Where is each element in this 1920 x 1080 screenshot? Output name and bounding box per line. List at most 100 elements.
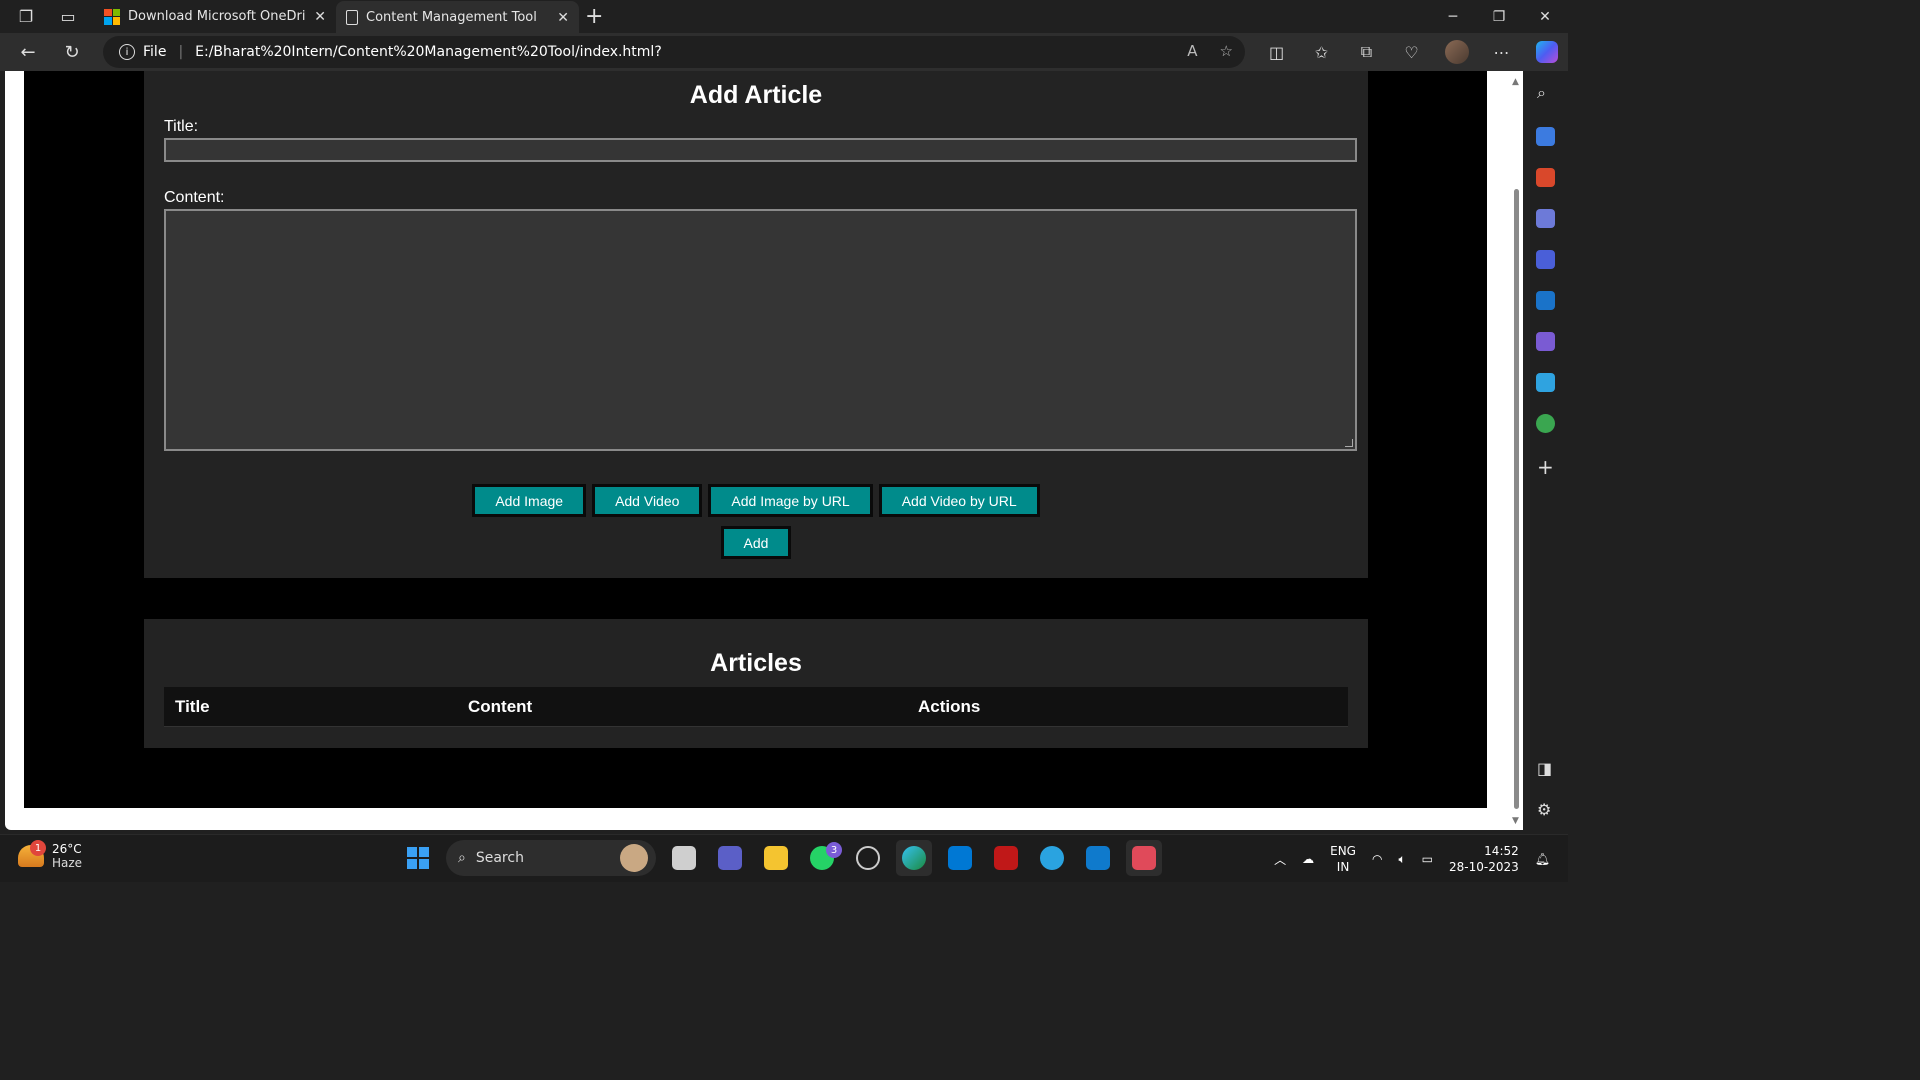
dell-button[interactable] — [850, 840, 886, 876]
store-button[interactable] — [942, 840, 978, 876]
weather-widget[interactable]: 1 26°C Haze — [18, 840, 83, 870]
favorite-star-icon[interactable]: ☆ — [1220, 42, 1233, 60]
notification-bell-icon[interactable]: 🔔︎ — [1527, 852, 1568, 866]
scroll-up-arrow-icon[interactable]: ▲ — [1512, 77, 1519, 87]
mcafee-icon — [994, 846, 1018, 870]
drop-icon[interactable] — [1536, 332, 1555, 351]
add-sidebar-app-icon[interactable]: + — [1537, 455, 1554, 479]
add-button[interactable]: Add — [720, 526, 792, 559]
games-icon[interactable] — [1536, 209, 1555, 228]
column-header-content: Content — [468, 697, 533, 716]
tab-onedrive[interactable]: Download Microsoft OneDrive M ✕ — [94, 0, 336, 33]
snipping-tool-button[interactable] — [1126, 840, 1162, 876]
column-header-title: Title — [175, 697, 210, 716]
onedrive-icon[interactable]: ☁ — [1294, 852, 1322, 866]
weather-badge: 1 — [30, 840, 46, 856]
sidebar-settings-icon[interactable]: ⚙ — [1537, 800, 1551, 819]
telegram-icon[interactable] — [1536, 373, 1555, 392]
favorites-icon[interactable]: ✩ — [1299, 43, 1344, 62]
shopping-tag-icon[interactable] — [1536, 127, 1555, 146]
store-icon — [948, 846, 972, 870]
weather-icon: 1 — [18, 840, 46, 867]
telegram-taskbar-button[interactable] — [1034, 840, 1070, 876]
split-screen-icon[interactable]: ◫ — [1254, 43, 1299, 62]
back-icon[interactable]: ← — [6, 33, 50, 71]
search-highlight-icon — [620, 844, 648, 872]
edge-sidebar: ⌕ + ◨ ⚙ — [1523, 71, 1568, 830]
copilot-logo — [1535, 41, 1558, 63]
task-view-icon — [672, 846, 696, 870]
task-view-button[interactable] — [666, 840, 702, 876]
lang-line1: ENG — [1330, 844, 1356, 858]
minimize-icon[interactable]: ─ — [1430, 0, 1476, 33]
scroll-down-arrow-icon[interactable]: ▼ — [1512, 816, 1519, 826]
file-explorer-button[interactable] — [758, 840, 794, 876]
tab-label: Content Management Tool — [366, 10, 537, 25]
tab-content-management[interactable]: Content Management Tool ✕ — [336, 1, 579, 34]
content-textarea[interactable] — [164, 209, 1357, 451]
resize-handle-icon[interactable] — [1345, 439, 1353, 447]
title-label: Title: — [164, 118, 199, 135]
vscode-icon — [1086, 846, 1110, 870]
column-header-actions: Actions — [918, 697, 981, 716]
browser-essentials-icon[interactable]: ♡ — [1389, 43, 1434, 62]
collections-icon[interactable]: ⧉ — [1344, 42, 1389, 62]
vertical-scrollbar[interactable]: ▲ ▼ — [1510, 71, 1523, 830]
close-tab-icon[interactable]: ✕ — [557, 10, 569, 26]
volume-icon[interactable]: 🔈︎ — [1390, 852, 1413, 867]
clock-date: 28-10-2023 — [1449, 860, 1519, 874]
add-image-button[interactable]: Add Image — [472, 484, 587, 517]
add-article-heading: Add Article — [689, 81, 823, 109]
tab-actions-icon[interactable]: ▭ — [54, 3, 82, 31]
folder-icon — [764, 846, 788, 870]
search-icon: ⌕ — [458, 850, 466, 866]
microsoft-logo-icon — [104, 8, 120, 25]
title-input[interactable] — [164, 138, 1357, 162]
workspaces-icon[interactable]: ❐ — [12, 3, 40, 31]
refresh-icon[interactable]: ↻ — [50, 33, 94, 71]
hide-sidebar-icon[interactable]: ◨ — [1537, 759, 1552, 778]
url-text[interactable]: E:/Bharat%20Intern/Content%20Management%… — [195, 44, 662, 60]
whatsapp-badge: 3 — [826, 842, 842, 858]
scrollbar-thumb[interactable] — [1514, 189, 1519, 809]
taskbar-search[interactable]: ⌕ Search — [446, 840, 656, 876]
read-aloud-icon[interactable]: A — [1187, 42, 1197, 60]
windows-taskbar: 1 26°C Haze ⌕ Search 3 ︿ ☁ ENG IN ◠ 🔈︎ ▭… — [0, 834, 1568, 882]
add-video-by-url-button[interactable]: Add Video by URL — [878, 484, 1040, 517]
start-button[interactable] — [400, 840, 436, 876]
windows-logo-icon — [407, 847, 429, 869]
show-hidden-icons-icon[interactable]: ︿ — [1266, 851, 1294, 868]
info-icon[interactable]: i — [119, 44, 135, 60]
wifi-icon[interactable]: ◠ — [1364, 852, 1390, 866]
edge-button[interactable] — [896, 840, 932, 876]
page-body: Add Article Title: Content: Add Image Ad… — [24, 71, 1487, 808]
battery-icon[interactable]: ▭ — [1414, 852, 1441, 866]
copilot-icon[interactable] — [1524, 41, 1569, 63]
profile-avatar[interactable] — [1434, 40, 1479, 64]
mcafee-button[interactable] — [988, 840, 1024, 876]
whatsapp-button[interactable]: 3 — [804, 840, 842, 876]
window-controls: ─ ❐ ✕ — [1430, 0, 1568, 33]
vscode-button[interactable] — [1080, 840, 1116, 876]
restore-icon[interactable]: ❐ — [1476, 0, 1522, 33]
microsoft-365-icon[interactable] — [1536, 250, 1555, 269]
outlook-icon[interactable] — [1536, 291, 1555, 310]
close-tab-icon[interactable]: ✕ — [314, 9, 326, 25]
articles-table-header: Title Content Actions — [164, 687, 1348, 727]
page-viewport: Add Article Title: Content: Add Image Ad… — [5, 71, 1523, 830]
tab-label: Download Microsoft OneDrive M — [128, 9, 306, 24]
address-bar[interactable]: i File | E:/Bharat%20Intern/Content%20Ma… — [103, 36, 1245, 68]
teams-button[interactable] — [712, 840, 748, 876]
close-window-icon[interactable]: ✕ — [1522, 0, 1568, 33]
lang-line2: IN — [1336, 860, 1350, 874]
add-video-button[interactable]: Add Video — [592, 484, 703, 517]
weather-condition: Haze — [52, 856, 83, 870]
language-indicator[interactable]: ENG IN — [1322, 843, 1364, 875]
add-image-by-url-button[interactable]: Add Image by URL — [708, 484, 873, 517]
clock[interactable]: 14:52 28-10-2023 — [1441, 843, 1527, 875]
sidebar-search-icon[interactable]: ⌕ — [1537, 83, 1546, 103]
new-tab-icon[interactable]: + — [585, 4, 603, 29]
tree-icon[interactable] — [1536, 414, 1555, 433]
tools-icon[interactable] — [1536, 168, 1555, 187]
more-menu-icon[interactable]: ⋯ — [1479, 43, 1524, 62]
